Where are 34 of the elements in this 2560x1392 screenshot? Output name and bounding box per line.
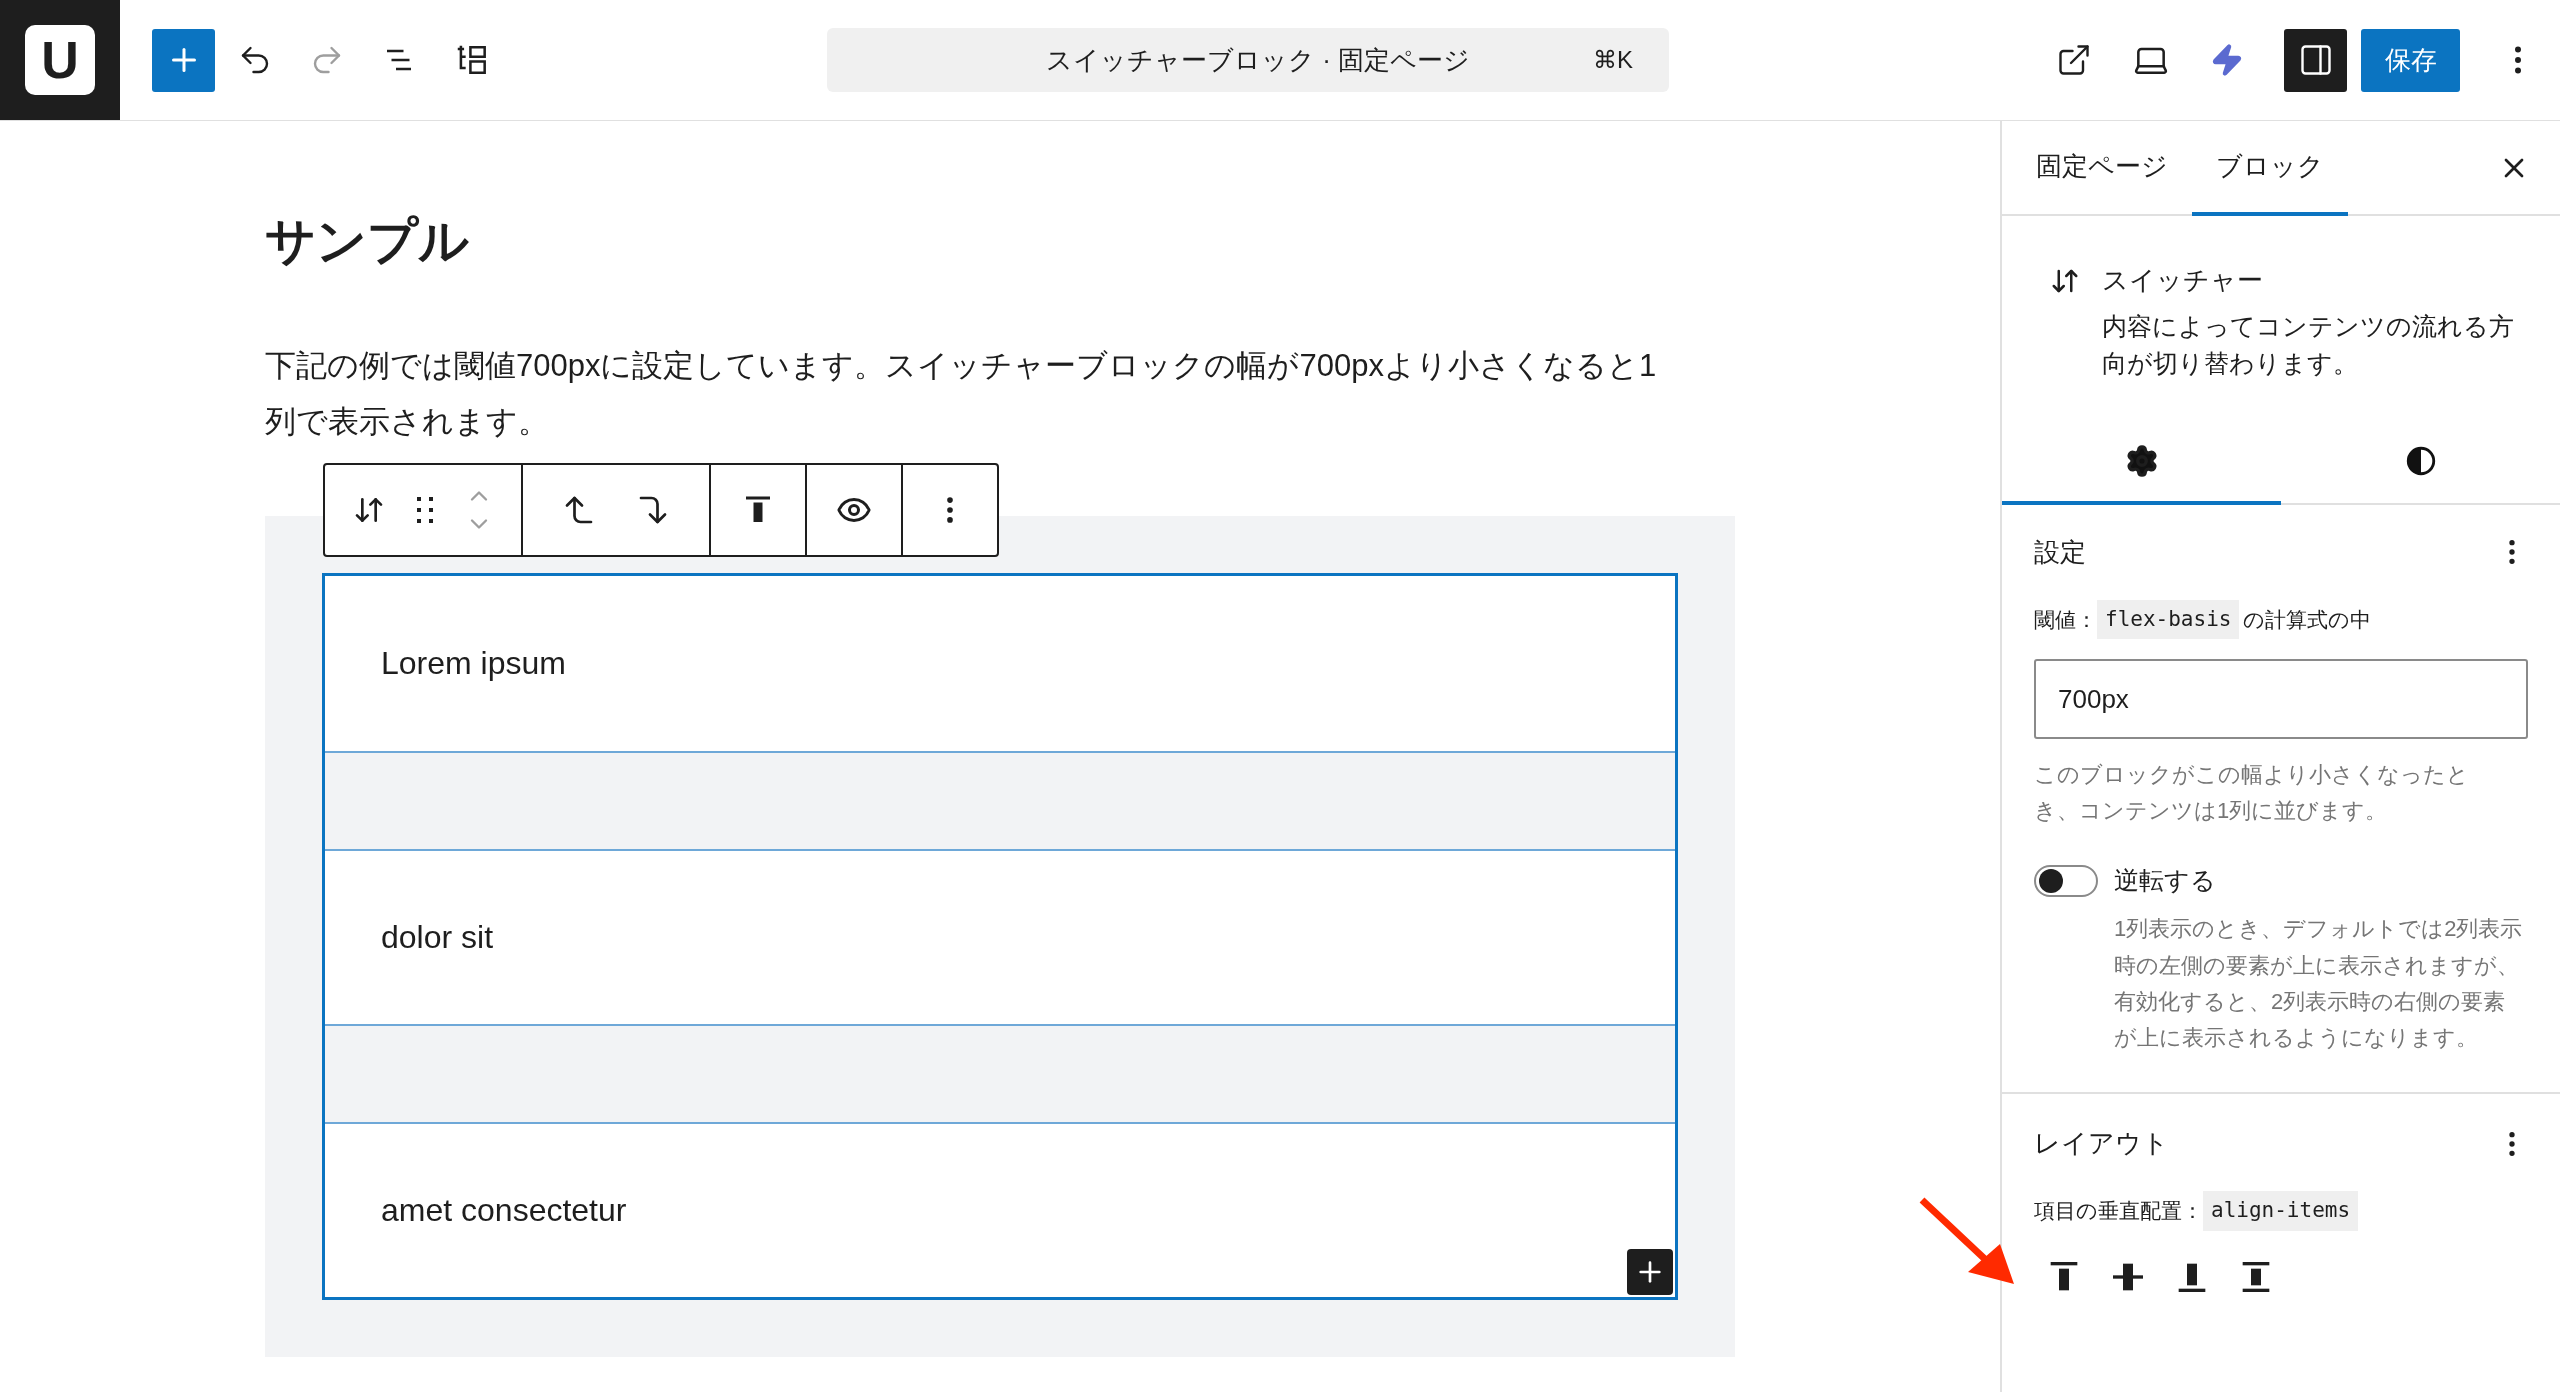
command-bar[interactable]: スイッチャーブロック · 固定ページ ⌘K: [827, 28, 1669, 92]
item-text[interactable]: dolor sit: [381, 913, 494, 962]
sidebar-tab[interactable]: 固定ページ: [2012, 121, 2192, 216]
shortcut-hint: ⌘K: [1593, 45, 1633, 75]
save-button[interactable]: 保存: [2361, 28, 2460, 92]
field-label-suffix: の計算式の中: [2243, 606, 2372, 633]
paragraph-text[interactable]: 下記の例では閾値700pxに設定しています。スイッチャーブロックの幅が700pxより小さくなると1列で表示されます。: [265, 338, 1685, 450]
document-title: スイッチャーブロック · 固定ページ: [1044, 43, 1472, 77]
reverse-toggle[interactable]: [2034, 864, 2098, 897]
toggle-help-text: 1列表示のとき、デフォルトでは2列表示時の左側の要素が上に表示されますが、有効化すると、2列表示時の右側の要素が上に表示されるようになります。: [2114, 915, 2524, 1053]
add-block-button[interactable]: [152, 28, 215, 92]
code-snippet: align-items: [2203, 1191, 2359, 1231]
panel-title: 設定: [2034, 535, 2086, 569]
panel-title: レイアウト: [2034, 1127, 2169, 1161]
item-text[interactable]: Lorem ipsum: [381, 639, 566, 688]
drag-handle-icon[interactable]: [415, 494, 435, 525]
switcher-block[interactable]: Lorem ipsum dolor sit amet consectetur: [322, 572, 1678, 1300]
sidebar-tab[interactable]: ブロック: [2192, 121, 2348, 216]
field-label: 閾値：: [2034, 606, 2097, 633]
settings-panel-toggle[interactable]: [2284, 28, 2347, 92]
block-description: 内容によってコンテンツの流れる方向が切り替わります。: [2102, 311, 2515, 379]
site-logo[interactable]: U: [0, 0, 120, 120]
threshold-input[interactable]: 700px: [2034, 659, 2528, 740]
block-title: スイッチャー: [2102, 264, 2264, 297]
settings-icon: [2124, 443, 2159, 478]
lightning-icon[interactable]: [2210, 43, 2244, 77]
block-inserter-button[interactable]: [1627, 1248, 1673, 1295]
field-label: 項目の垂直配置：: [2034, 1198, 2203, 1225]
toggle-label: 逆転する: [2114, 864, 2216, 896]
item-text[interactable]: amet consectetur: [381, 1186, 627, 1235]
page-title[interactable]: サンプル: [265, 209, 1735, 274]
help-text: このブロックがこの幅より小さくなったとき、コンテンツは1列に並びます。: [2034, 761, 2470, 825]
code-snippet: flex-basis: [2097, 599, 2240, 640]
external-link-icon[interactable]: [2056, 42, 2092, 78]
